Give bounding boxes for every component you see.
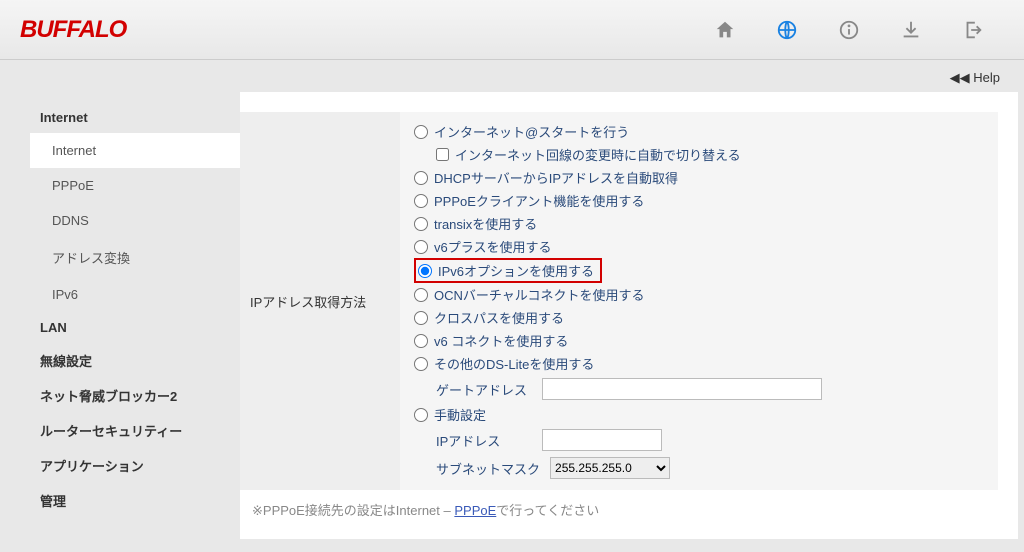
ip-method-label: transixを使用する: [434, 214, 537, 233]
help-bar: ◀◀ Help: [0, 60, 1024, 92]
logo: BUFFALO: [20, 16, 126, 44]
auto-switch-label: インターネット回線の変更時に自動で切り替える: [455, 145, 741, 164]
settings-body: インターネット@スタートを行うインターネット回線の変更時に自動で切り替える DHC…: [400, 112, 998, 490]
ip-method-label: v6プラスを使用する: [434, 237, 551, 256]
field-label: ゲートアドレス: [436, 380, 532, 399]
sidebar: Internet Internet PPPoE DDNS アドレス変換 IPv6…: [0, 92, 240, 539]
nav-sub-ipv6[interactable]: IPv6: [30, 277, 240, 312]
settings-section-label: IPアドレス取得方法: [240, 112, 400, 490]
ip-method-label: 手動設定: [434, 405, 486, 424]
text-input[interactable]: [542, 378, 822, 400]
nav-group-lan[interactable]: LAN: [30, 312, 240, 343]
auto-switch-checkbox[interactable]: [436, 148, 449, 161]
ip-method-radio[interactable]: [414, 357, 428, 371]
sub-field: ゲートアドレス: [436, 375, 984, 403]
ip-method-radio[interactable]: [414, 334, 428, 348]
ip-method-radio[interactable]: [414, 240, 428, 254]
ip-method-radio[interactable]: [414, 125, 428, 139]
content: IPアドレス取得方法 インターネット@スタートを行うインターネット回線の変更時に…: [240, 92, 1018, 539]
nav-sub-ddns[interactable]: DDNS: [30, 203, 240, 238]
text-input[interactable]: [542, 429, 662, 451]
globe-icon[interactable]: [776, 19, 798, 41]
ip-method-option[interactable]: インターネット@スタートを行う: [414, 120, 984, 143]
ip-method-option[interactable]: OCNバーチャルコネクトを使用する: [414, 283, 984, 306]
nav-group-admin[interactable]: 管理: [30, 483, 240, 518]
auto-switch-row: インターネット回線の変更時に自動で切り替える: [436, 143, 984, 166]
ip-method-radio[interactable]: [414, 288, 428, 302]
nav-group-internet[interactable]: Internet: [30, 102, 240, 133]
ip-method-radio[interactable]: [414, 171, 428, 185]
ip-method-option[interactable]: v6 コネクトを使用する: [414, 329, 984, 352]
help-link[interactable]: ◀◀ Help: [950, 70, 1000, 85]
footnote: ※PPPoE接続先の設定はInternet – PPPoEで行ってください: [240, 490, 998, 519]
note-suffix: で行ってください: [496, 503, 599, 518]
settings-table: IPアドレス取得方法 インターネット@スタートを行うインターネット回線の変更時に…: [240, 112, 998, 490]
ip-method-option[interactable]: IPv6オプションを使用する: [414, 258, 602, 283]
nav-group-app[interactable]: アプリケーション: [30, 448, 240, 483]
ip-method-option[interactable]: DHCPサーバーからIPアドレスを自動取得: [414, 166, 984, 189]
ip-method-radio[interactable]: [414, 217, 428, 231]
ip-method-radio[interactable]: [418, 264, 432, 278]
field-label: サブネットマスク: [436, 459, 540, 478]
ip-method-label: DHCPサーバーからIPアドレスを自動取得: [434, 168, 678, 187]
nav-sub-pppoe[interactable]: PPPoE: [30, 168, 240, 203]
nav-group-threat[interactable]: ネット脅威ブロッカー2: [30, 378, 240, 413]
ip-method-label: インターネット@スタートを行う: [434, 122, 629, 141]
note-link[interactable]: PPPoE: [454, 503, 496, 518]
header-icons: [714, 19, 1004, 41]
home-icon[interactable]: [714, 19, 736, 41]
ip-method-option[interactable]: PPPoEクライアント機能を使用する: [414, 189, 984, 212]
info-icon[interactable]: [838, 19, 860, 41]
sub-field: サブネットマスク 255.255.255.0: [436, 454, 984, 482]
subnet-select[interactable]: 255.255.255.0: [550, 457, 670, 479]
header: BUFFALO: [0, 0, 1024, 60]
ip-method-radio[interactable]: [414, 311, 428, 325]
download-icon[interactable]: [900, 19, 922, 41]
nav-group-wireless[interactable]: 無線設定: [30, 343, 240, 378]
ip-method-option[interactable]: transixを使用する: [414, 212, 984, 235]
ip-method-label: v6 コネクトを使用する: [434, 331, 568, 350]
logout-icon[interactable]: [962, 19, 984, 41]
ip-method-option[interactable]: クロスパスを使用する: [414, 306, 984, 329]
ip-method-label: PPPoEクライアント機能を使用する: [434, 191, 644, 210]
nav-group-security[interactable]: ルーターセキュリティー: [30, 413, 240, 448]
ip-method-label: クロスパスを使用する: [434, 308, 564, 327]
nav-sub-nat[interactable]: アドレス変換: [30, 238, 240, 277]
ip-method-label: IPv6オプションを使用する: [438, 261, 594, 280]
field-label: IPアドレス: [436, 431, 532, 450]
ip-method-radio[interactable]: [414, 194, 428, 208]
note-prefix: ※PPPoE接続先の設定はInternet –: [252, 503, 454, 518]
nav-sub-internet[interactable]: Internet: [30, 133, 240, 168]
sub-field: IPアドレス: [436, 426, 984, 454]
ip-method-option[interactable]: その他のDS-Liteを使用する: [414, 352, 984, 375]
ip-method-radio[interactable]: [414, 408, 428, 422]
ip-method-option[interactable]: v6プラスを使用する: [414, 235, 984, 258]
ip-method-label: OCNバーチャルコネクトを使用する: [434, 285, 645, 304]
ip-method-option[interactable]: 手動設定: [414, 403, 984, 426]
main: Internet Internet PPPoE DDNS アドレス変換 IPv6…: [0, 92, 1024, 539]
ip-method-label: その他のDS-Liteを使用する: [434, 354, 594, 373]
